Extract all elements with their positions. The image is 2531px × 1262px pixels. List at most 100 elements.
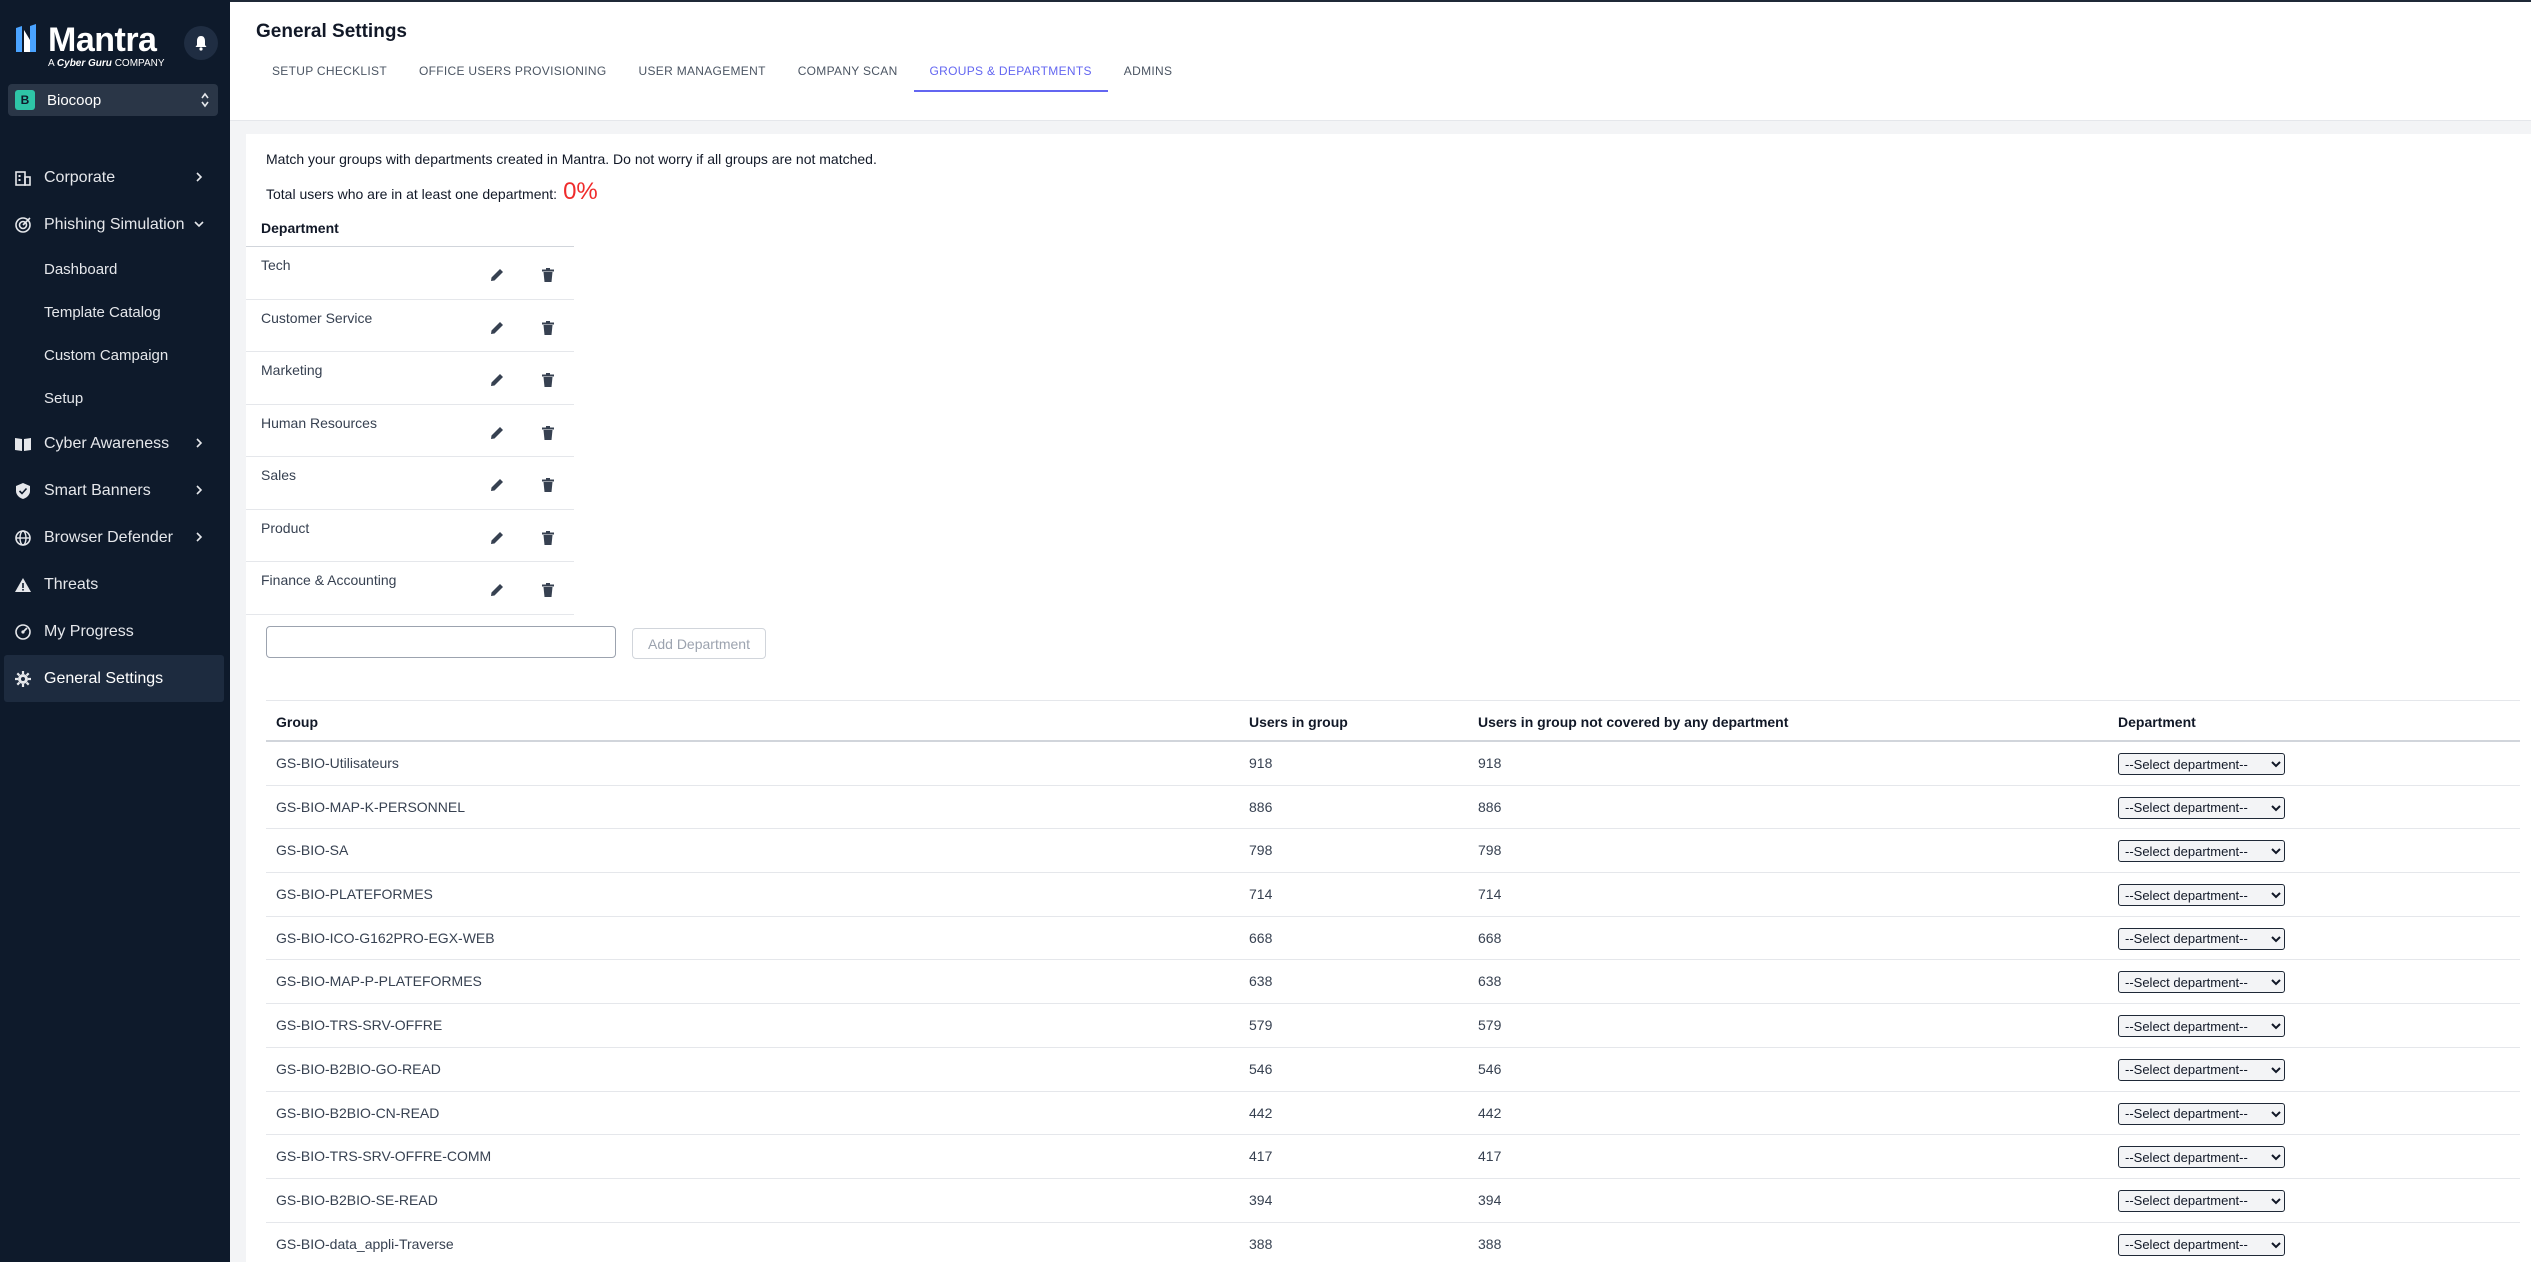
department-select[interactable]: --Select department-- <box>2118 1102 2285 1125</box>
group-name: GS-BIO-ICO-G162PRO-EGX-WEB <box>276 929 495 946</box>
trash-icon[interactable] <box>540 267 556 283</box>
sidebar-item-threats[interactable]: Threats <box>0 561 230 608</box>
bell-icon <box>195 36 207 51</box>
sidebar-subitem-setup[interactable]: Setup <box>0 377 230 420</box>
tab-user-management[interactable]: USER MANAGEMENT <box>623 56 782 92</box>
sidebar-item-label: Smart Banners <box>44 481 151 499</box>
users-in-group: 886 <box>1249 798 1273 815</box>
groups-table-header: Group Users in group Users in group not … <box>266 701 2520 742</box>
department-select[interactable]: --Select department-- <box>2118 1015 2285 1038</box>
users-not-covered: 579 <box>1478 1017 1502 1034</box>
trash-icon[interactable] <box>540 320 556 336</box>
pencil-icon[interactable] <box>489 267 505 283</box>
group-name: GS-BIO-MAP-K-PERSONNEL <box>276 798 466 815</box>
col-group: Group <box>276 714 318 730</box>
tab-office-users-provisioning[interactable]: OFFICE USERS PROVISIONING <box>403 56 623 92</box>
department-select[interactable]: --Select department-- <box>2118 1233 2285 1256</box>
total-coverage-value: 0% <box>563 178 598 205</box>
sidebar-item-phishing-simulation[interactable]: Phishing Simulation <box>0 201 230 248</box>
sidebar: Mantra A Cyber Guru COMPANY B Biocoop Co… <box>0 0 230 1262</box>
total-coverage-label: Total users who are in at least one depa… <box>266 186 558 202</box>
chevron-right-icon <box>196 172 203 182</box>
trash-icon[interactable] <box>540 530 556 546</box>
department-select[interactable]: --Select department-- <box>2118 971 2285 994</box>
trash-icon[interactable] <box>540 582 556 598</box>
department-select[interactable]: --Select department-- <box>2118 753 2285 775</box>
trash-icon[interactable] <box>540 372 556 388</box>
table-row: GS-BIO-B2BIO-CN-READ 442 442 --Select depar… <box>266 1092 2520 1136</box>
users-not-covered: 442 <box>1478 1104 1502 1121</box>
sidebar-subitem-custom-campaign[interactable]: Custom Campaign <box>0 334 230 377</box>
sidebar-item-label: Threats <box>44 575 99 593</box>
users-in-group: 638 <box>1249 973 1273 990</box>
org-badge: B <box>15 90 35 110</box>
users-not-covered: 638 <box>1478 973 1502 990</box>
department-select[interactable]: --Select department-- <box>2118 840 2285 863</box>
trash-icon[interactable] <box>540 477 556 493</box>
chevron-right-icon <box>196 438 203 448</box>
pencil-icon[interactable] <box>489 582 505 598</box>
users-not-covered: 918 <box>1478 755 1502 771</box>
group-name: GS-BIO-TRS-SRV-OFFRE-COMM <box>276 1148 492 1165</box>
notifications-button[interactable] <box>184 26 218 60</box>
book-icon <box>15 438 31 451</box>
group-name: GS-BIO-Utilisateurs <box>276 755 399 771</box>
sidebar-item-label: Corporate <box>44 168 116 186</box>
sidebar-subitem-dashboard[interactable]: Dashboard <box>0 248 230 291</box>
tab-company-scan[interactable]: COMPANY SCAN <box>782 56 914 92</box>
department-select[interactable]: --Select department-- <box>2118 796 2285 819</box>
table-row: GS-BIO-ICO-G162PRO-EGX-WEB 668 668 --Select… <box>266 917 2520 961</box>
department-row: Finance & Accounting <box>246 562 574 615</box>
users-in-group: 442 <box>1249 1104 1273 1121</box>
department-name: Customer Service <box>261 309 373 326</box>
building-icon <box>15 171 31 186</box>
users-in-group: 668 <box>1249 929 1273 946</box>
users-in-group: 394 <box>1249 1191 1273 1208</box>
pencil-icon[interactable] <box>489 477 505 493</box>
department-select[interactable]: --Select department-- <box>2118 884 2285 907</box>
tab-setup-checklist[interactable]: SETUP CHECKLIST <box>256 56 403 92</box>
pencil-icon[interactable] <box>489 372 505 388</box>
department-select[interactable]: --Select department-- <box>2118 1146 2285 1169</box>
progress-icon <box>15 624 31 640</box>
group-name: GS-BIO-B2BIO-CN-READ <box>276 1104 440 1121</box>
tab-admins[interactable]: ADMINS <box>1108 56 1188 92</box>
sidebar-item-label: Cyber Awareness <box>44 434 170 452</box>
page-title: General Settings <box>256 21 407 42</box>
department-name: Product <box>261 519 310 536</box>
table-row: GS-BIO-B2BIO-GO-READ 546 546 --Select depar… <box>266 1048 2520 1092</box>
pencil-icon[interactable] <box>489 530 505 546</box>
users-in-group: 417 <box>1249 1148 1273 1165</box>
sidebar-item-corporate[interactable]: Corporate <box>0 154 230 201</box>
group-name: GS-BIO-B2BIO-SE-READ <box>276 1191 438 1208</box>
department-select[interactable]: --Select department-- <box>2118 1189 2285 1212</box>
users-not-covered: 668 <box>1478 929 1502 946</box>
sidebar-item-cyber-awareness[interactable]: Cyber Awareness <box>0 420 230 467</box>
new-department-input[interactable] <box>266 626 616 658</box>
sidebar-item-general-settings[interactable]: General Settings <box>4 655 224 702</box>
gear-icon <box>15 671 31 687</box>
sidebar-item-my-progress[interactable]: My Progress <box>0 608 230 655</box>
globe-icon <box>15 530 31 546</box>
table-row: GS-BIO-data_appli-Traverse 388 388 --Select… <box>266 1223 2520 1262</box>
sidebar-item-smart-banners[interactable]: Smart Banners <box>0 467 230 514</box>
users-in-group: 546 <box>1249 1060 1273 1077</box>
sidebar-item-label: General Settings <box>44 669 164 687</box>
logo-text: Mantra <box>48 21 157 59</box>
organization-selector[interactable]: B Biocoop <box>8 84 218 116</box>
group-name: GS-BIO-PLATEFORMES <box>276 886 433 903</box>
trash-icon[interactable] <box>540 425 556 441</box>
department-name: Finance & Accounting <box>261 572 397 588</box>
department-row: Product <box>246 510 574 562</box>
chevron-down-icon <box>194 221 204 228</box>
pencil-icon[interactable] <box>489 320 505 336</box>
department-select[interactable]: --Select department-- <box>2118 927 2285 950</box>
tab-groups-departments[interactable]: GROUPS & DEPARTMENTS <box>913 56 1108 92</box>
pencil-icon[interactable] <box>489 425 505 441</box>
sidebar-subitem-template-catalog[interactable]: Template Catalog <box>0 291 230 334</box>
department-select[interactable]: --Select department-- <box>2118 1058 2285 1081</box>
table-row: GS-BIO-B2BIO-SE-READ 394 394 --Select depar… <box>266 1179 2520 1223</box>
sidebar-item-browser-defender[interactable]: Browser Defender <box>0 514 230 561</box>
add-department-button[interactable]: Add Department <box>632 628 766 659</box>
table-row: GS-BIO-Utilisateurs 918 918 --Select depart… <box>266 742 2520 786</box>
